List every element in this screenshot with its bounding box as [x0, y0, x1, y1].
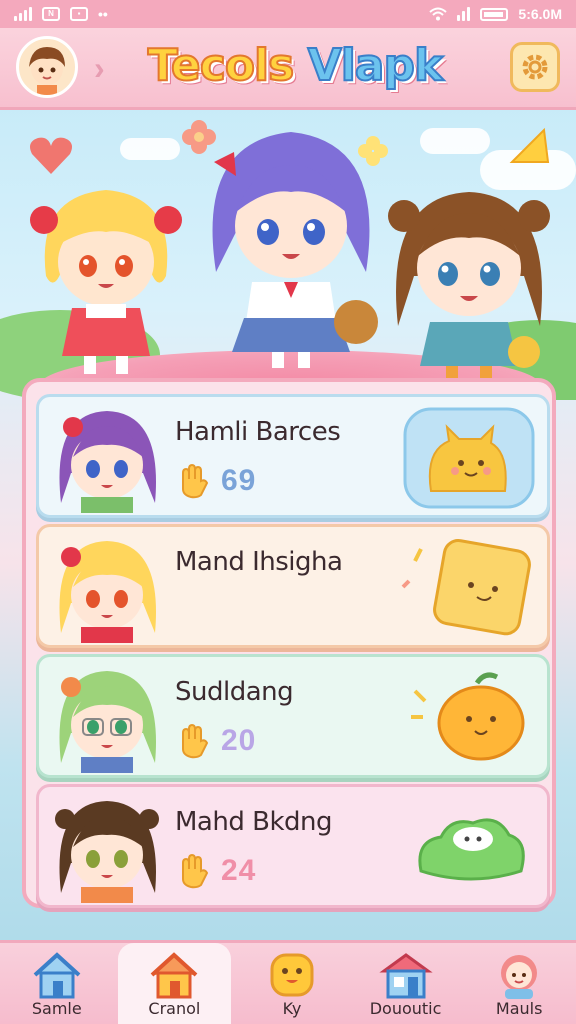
profile-icon	[501, 955, 538, 999]
character-name: Hamli Barces	[175, 417, 341, 447]
app-notification-icon: ▪	[70, 7, 88, 21]
character-avatar	[55, 801, 159, 903]
nav-label: Mauls	[495, 999, 543, 1018]
status-bar: N ▪ •• 5:6.0M	[0, 0, 576, 28]
character-name: Mahd Bkdng	[175, 807, 333, 837]
wifi-icon	[429, 7, 448, 21]
orange-pet-icon	[411, 672, 525, 761]
nav-label: Dououtic	[369, 999, 442, 1018]
character-brunette	[388, 192, 550, 382]
hero-scene	[0, 110, 576, 400]
character-stat: 20	[175, 723, 256, 759]
toast-pet-icon	[401, 539, 531, 636]
stat-value: 24	[221, 854, 257, 887]
paw-hand-icon	[182, 463, 209, 499]
house-icon	[151, 952, 198, 999]
character-list: Hamli Barces 69 Mand Ihsigha Sudldang 20…	[22, 378, 556, 908]
bottom-navigation: Samle Cranol Ky Dououtic Mauls	[0, 940, 576, 1024]
nav-label: Samle	[31, 999, 82, 1018]
chick-icon	[270, 953, 314, 997]
character-stat: 24	[175, 853, 256, 889]
cloud	[120, 138, 180, 160]
character-card[interactable]: Mand Ihsigha	[36, 524, 550, 648]
character-avatar	[59, 671, 156, 773]
character-stat: 69	[175, 463, 256, 499]
stat-value: 20	[221, 724, 257, 757]
more-notifications-icon: ••	[98, 6, 108, 22]
app-title-part1: Tecols	[147, 39, 296, 92]
shop-icon	[378, 953, 433, 999]
nav-item-samle[interactable]: Samle	[0, 943, 114, 1024]
settings-button[interactable]	[510, 42, 560, 92]
battery-icon	[480, 7, 509, 21]
cat-pet-icon	[403, 407, 535, 509]
character-card[interactable]: Mahd Bkdng 24	[36, 784, 550, 908]
cell-signal-icon	[457, 7, 471, 21]
cloud	[420, 128, 490, 154]
nav-label: Ky	[282, 999, 302, 1018]
paw-hand-icon	[182, 723, 209, 759]
app-title: Tecols Vlapk	[130, 39, 460, 92]
nav-item-dououtic[interactable]: Dououtic	[349, 943, 463, 1024]
character-name: Sudldang	[175, 677, 294, 707]
status-time: 5:6.0M	[518, 6, 562, 22]
signal-icon	[14, 7, 32, 21]
nav-item-cranol[interactable]: Cranol	[117, 943, 232, 1024]
character-name: Mand Ihsigha	[175, 547, 343, 577]
stat-value: 69	[221, 464, 257, 497]
character-blonde	[30, 190, 182, 374]
character-purple	[212, 132, 378, 368]
nav-label: Cranol	[148, 999, 201, 1018]
nav-item-ky[interactable]: Ky	[235, 943, 349, 1024]
character-card[interactable]: Hamli Barces 69	[36, 394, 550, 518]
chevron-right-icon[interactable]: ›	[94, 50, 105, 87]
app-title-part2: Vlapk	[307, 39, 445, 92]
gear-icon	[522, 54, 548, 80]
slime-pet-icon	[418, 818, 525, 881]
notification-icon: N	[42, 7, 60, 21]
heart-icon	[30, 137, 72, 174]
triangle-star-icon	[509, 127, 550, 163]
user-avatar[interactable]	[16, 36, 78, 98]
character-avatar	[59, 541, 156, 643]
app-header: › Tecols Vlapk	[0, 28, 576, 110]
paw-hand-icon	[182, 853, 209, 889]
character-avatar	[59, 411, 156, 513]
home-icon	[33, 952, 81, 999]
character-card[interactable]: Sudldang 20	[36, 654, 550, 778]
nav-item-mauls[interactable]: Mauls	[462, 943, 576, 1024]
